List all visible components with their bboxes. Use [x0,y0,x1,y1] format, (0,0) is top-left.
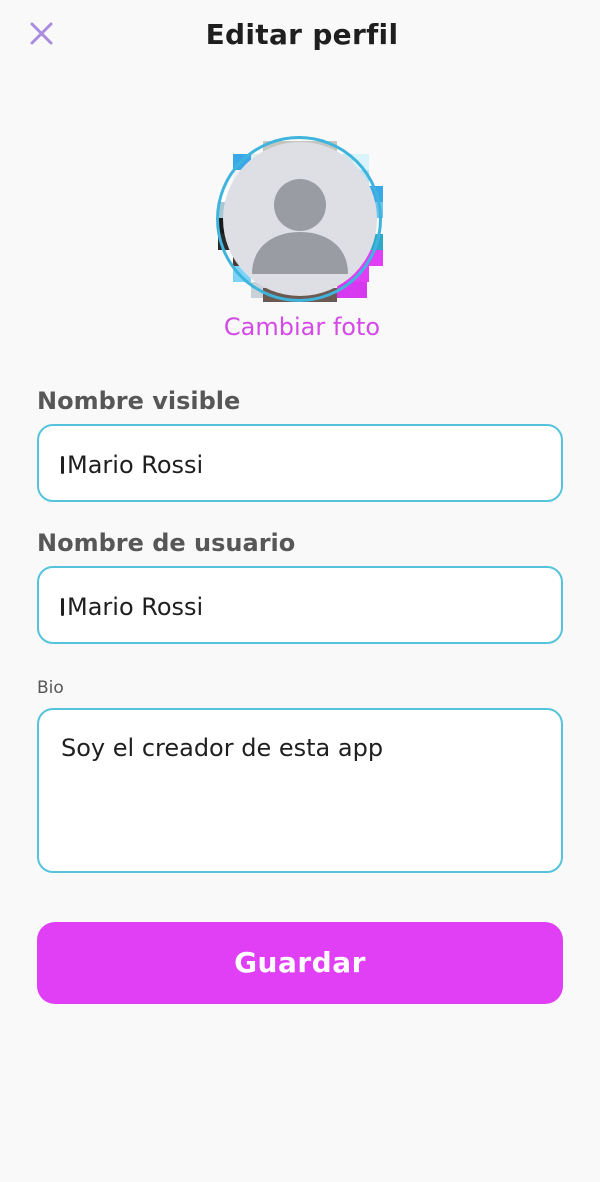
username-field[interactable]: Mario Rossi [37,566,563,644]
person-placeholder-icon [252,179,348,274]
text-cursor [61,598,64,616]
display-name-value-wrap: Mario Rossi [61,451,203,479]
bio-value: Soy el creador de esta app [61,734,384,762]
edit-profile-screen: Editar perfil Cambiar foto Nombre visibl… [0,0,600,1182]
change-photo-link[interactable]: Cambiar foto [0,313,600,341]
page-title: Editar perfil [205,18,399,51]
avatar-image [223,142,377,296]
text-cursor [61,456,64,474]
bio-textarea[interactable]: Soy el creador de esta app [37,708,563,873]
username-value: Mario Rossi [67,593,204,621]
avatar[interactable] [213,136,385,304]
bio-label: Bio [37,678,64,698]
display-name-label: Nombre visible [37,387,241,415]
save-button[interactable]: Guardar [37,922,563,1004]
username-value-wrap: Mario Rossi [61,593,203,621]
display-name-value: Mario Rossi [67,451,204,479]
header: Editar perfil [0,0,600,72]
username-label: Nombre de usuario [37,529,296,557]
display-name-field[interactable]: Mario Rossi [37,424,563,502]
